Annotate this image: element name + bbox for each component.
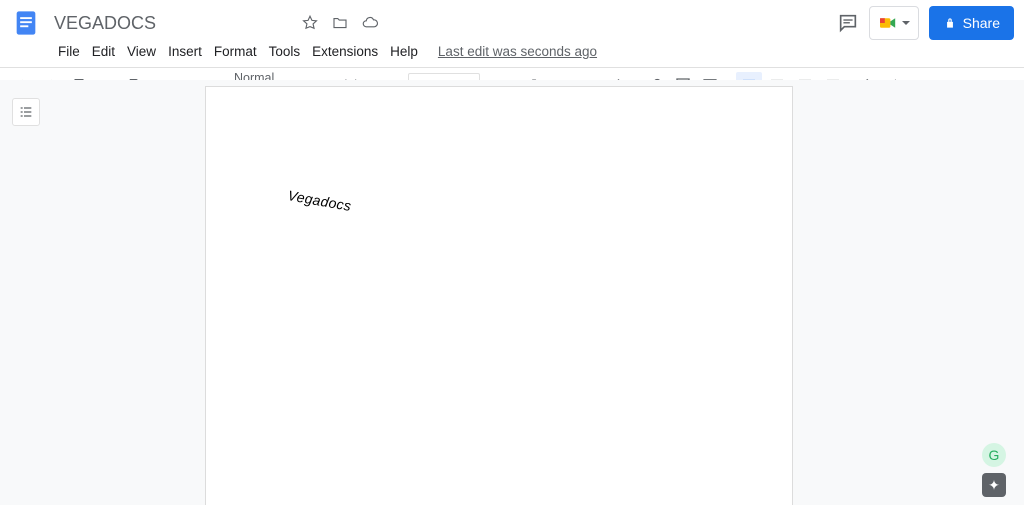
share-button[interactable]: Share: [929, 6, 1014, 40]
explore-button[interactable]: ✦: [982, 473, 1006, 497]
meet-button[interactable]: [869, 6, 919, 40]
menu-edit[interactable]: Edit: [86, 40, 121, 63]
star-icon[interactable]: [300, 13, 320, 33]
menu-view[interactable]: View: [121, 40, 162, 63]
outline-toggle-button[interactable]: [12, 98, 40, 126]
menu-insert[interactable]: Insert: [162, 40, 208, 63]
menu-help[interactable]: Help: [384, 40, 424, 63]
wordart-text[interactable]: Vegadocs: [287, 187, 353, 214]
document-page[interactable]: Vegadocs: [205, 86, 793, 505]
last-edit-link[interactable]: Last edit was seconds ago: [438, 44, 597, 59]
comment-history-button[interactable]: [837, 6, 859, 40]
menu-format[interactable]: Format: [208, 40, 263, 63]
docs-app-icon[interactable]: [10, 3, 42, 43]
document-title-input[interactable]: [50, 11, 290, 36]
cloud-status-icon[interactable]: [360, 13, 380, 33]
menu-extensions[interactable]: Extensions: [306, 40, 384, 63]
share-button-label: Share: [963, 15, 1000, 31]
grammarly-icon[interactable]: G: [982, 443, 1006, 467]
document-canvas[interactable]: Vegadocs G ✦: [0, 80, 1024, 505]
move-folder-icon[interactable]: [330, 13, 350, 33]
menu-file[interactable]: File: [52, 40, 86, 63]
menu-tools[interactable]: Tools: [263, 40, 307, 63]
